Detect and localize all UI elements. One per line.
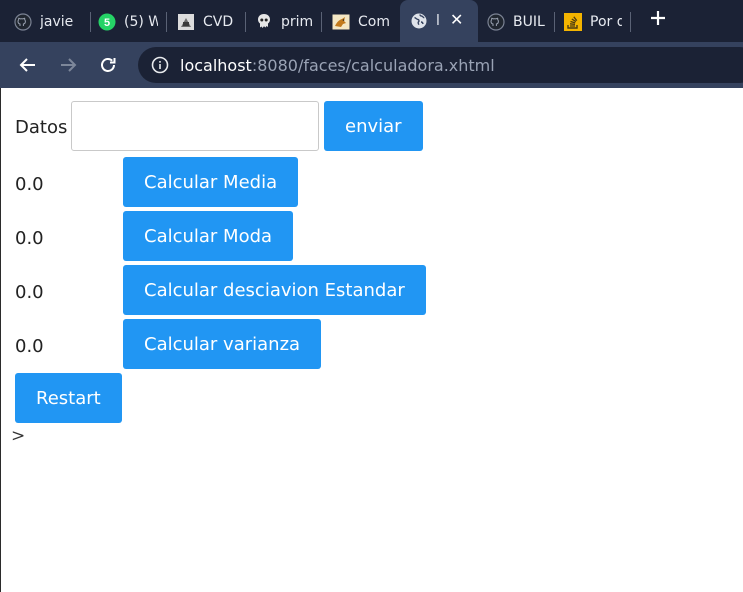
tab-separator [630,12,631,32]
tab-separator [166,12,167,32]
globe-icon [410,12,428,30]
varianza-value: 0.0 [15,336,44,357]
whatsapp-icon: 5 [98,13,116,31]
whatsapp-badge: 5 [104,17,110,29]
address-bar[interactable]: localhost:8080/faces/calculadora.xhtml [138,47,743,83]
page-icon [177,13,195,31]
tab-title: CVD [203,14,234,30]
tab-title: (5) W [124,14,158,30]
forward-button[interactable] [53,50,83,80]
tab-separator [245,12,246,32]
tab-title: Com [358,14,390,30]
tab-separator [90,12,91,32]
url-path: :8080/faces/calculadora.xhtml [251,55,495,75]
url-host: localhost [180,55,252,75]
info-icon[interactable] [140,56,180,74]
tab-title: javie [40,14,74,30]
calcular-moda-button[interactable]: Calcular Moda [123,211,294,261]
page-content: Datos enviar 0.0 Calcular Media 0.0 Calc… [0,88,743,592]
back-button[interactable] [13,50,43,80]
enviar-button[interactable]: enviar [324,101,423,151]
github-icon [14,13,32,31]
tab-cvd[interactable]: CVD [177,2,239,42]
url-text: localhost:8080/faces/calculadora.xhtml [180,56,495,75]
primefaces-icon [255,13,273,31]
tab-stackoverflow[interactable]: Por q [564,2,622,42]
tab-title: prim [281,14,314,30]
datos-input[interactable] [71,101,319,151]
browser-toolbar: localhost:8080/faces/calculadora.xhtml [0,42,743,88]
stray-text: > [11,426,26,446]
datos-label: Datos [15,117,68,138]
restart-button[interactable]: Restart [15,373,122,423]
tab-primefaces[interactable]: prim [255,2,315,42]
tab-whatsapp[interactable]: 5 (5) W [98,2,158,42]
reload-button[interactable] [93,50,123,80]
new-tab-button[interactable] [648,6,668,34]
tab-separator [554,12,555,32]
tab-github-build[interactable]: BUIL [487,2,545,42]
tab-active-localhost[interactable]: l ✕ [400,0,478,42]
forward-arrow-icon [61,58,77,72]
calcular-desviacion-button[interactable]: Calcular desciavion Estandar [123,265,426,315]
calcular-media-button[interactable]: Calcular Media [123,157,299,207]
tab-separator [321,12,322,32]
browser-tabstrip: javie 5 (5) W CVD prim Com l ✕ BUIL Por … [0,0,743,42]
back-arrow-icon [19,58,35,72]
plus-icon [651,11,665,25]
github-icon [487,13,505,31]
reload-icon [101,58,116,72]
calcular-varianza-button[interactable]: Calcular varianza [123,319,322,369]
tomcat-icon [332,13,350,31]
tab-title: l [436,13,440,29]
media-value: 0.0 [15,174,44,195]
tab-github-javie[interactable]: javie [14,2,86,42]
tab-title: Por q [590,14,622,30]
stackoverflow-icon [564,13,582,31]
tab-tomcat[interactable]: Com [332,2,392,42]
tab-title: BUIL [513,14,545,30]
moda-value: 0.0 [15,228,44,249]
desviacion-value: 0.0 [15,282,44,303]
close-tab-icon[interactable]: ✕ [450,10,463,29]
